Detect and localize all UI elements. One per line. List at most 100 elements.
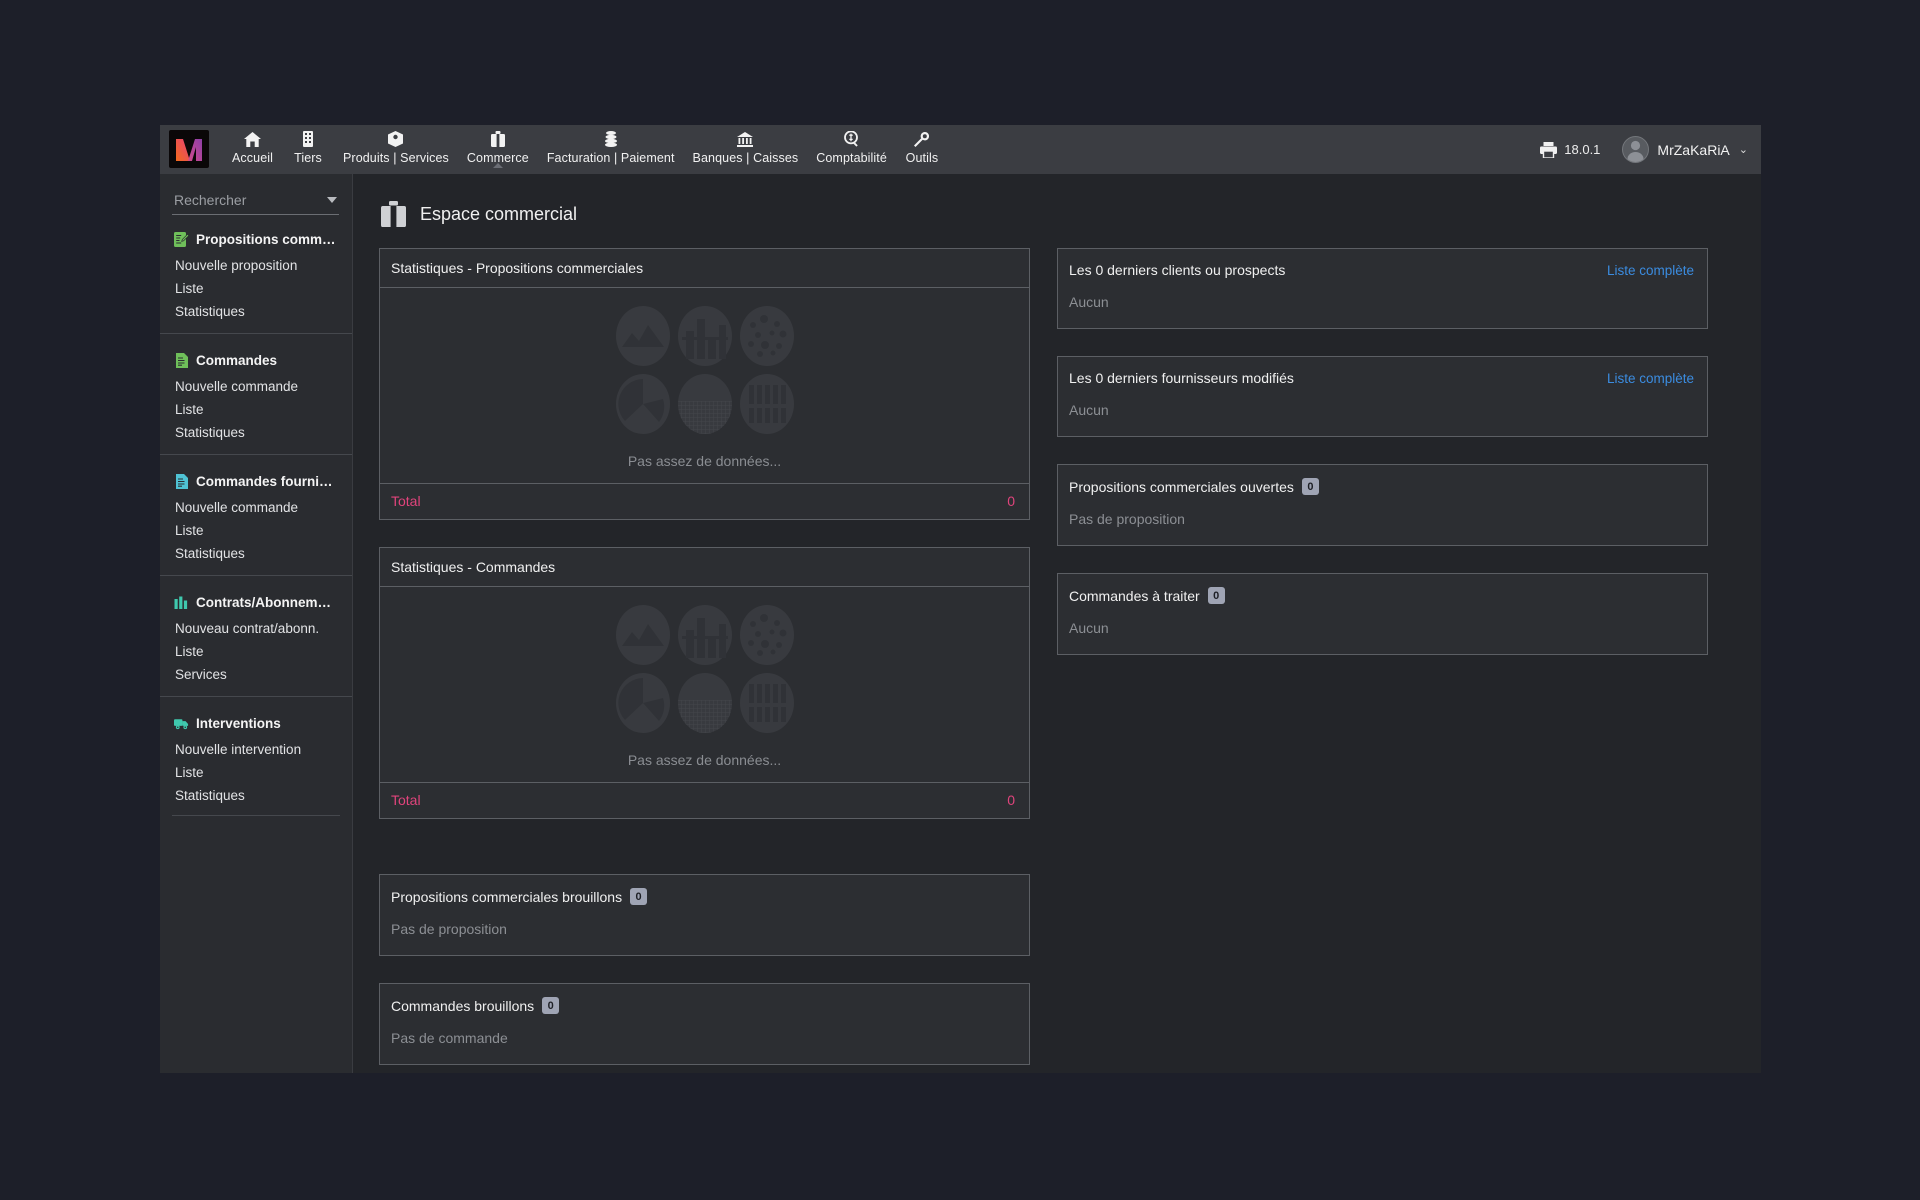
wrench-icon bbox=[911, 129, 933, 149]
chart-no-data-text: Pas assez de données... bbox=[628, 453, 781, 483]
sidebar-link-services[interactable]: Services bbox=[172, 663, 340, 686]
sidebar-group-header[interactable]: Contrats/Abonneme… bbox=[172, 586, 340, 617]
sidebar-group-header[interactable]: Interventions bbox=[172, 707, 340, 738]
menu-label: Tiers bbox=[294, 151, 322, 165]
menu-item-commerce[interactable]: Commerce bbox=[458, 125, 538, 165]
right-column: Les 0 derniers clients ou prospects List… bbox=[1057, 248, 1708, 1065]
grid-chart-ghost-icon bbox=[674, 370, 736, 438]
printer-icon[interactable] bbox=[1540, 142, 1557, 158]
card-draft-propositions: Propositions commerciales brouillons 0 P… bbox=[379, 874, 1030, 956]
menu-item-facturation-paiement[interactable]: Facturation | Paiement bbox=[538, 125, 684, 165]
search-input[interactable] bbox=[172, 190, 327, 210]
sidebar-link-statistiques[interactable]: Statistiques bbox=[172, 542, 340, 565]
card-latest-suppliers: Les 0 derniers fournisseurs modifiés Lis… bbox=[1057, 356, 1708, 437]
user-avatar-icon bbox=[1622, 136, 1649, 163]
proposal-icon bbox=[174, 232, 189, 247]
sidebar-group-header[interactable]: Commandes bbox=[172, 344, 340, 375]
sidebar-link-statistiques[interactable]: Statistiques bbox=[172, 421, 340, 444]
chart-type-ghost-icons bbox=[612, 601, 798, 737]
card-header: Statistiques - Propositions commerciales bbox=[380, 249, 1029, 288]
count-badge: 0 bbox=[542, 997, 559, 1014]
bubble-chart-ghost-icon bbox=[736, 302, 798, 370]
intervention-truck-icon bbox=[174, 716, 189, 731]
menu-item-tiers[interactable]: Tiers bbox=[282, 125, 334, 165]
dashboard-columns: Statistiques - Propositions commerciales bbox=[353, 248, 1761, 1065]
card-total-row: Total 0 bbox=[380, 783, 1029, 818]
total-value: 0 bbox=[1007, 493, 1015, 509]
bar-chart-ghost-icon bbox=[674, 302, 736, 370]
topbar-right-section: 18.0.1 MrZaKaRiA ⌄ bbox=[1540, 125, 1761, 174]
chart-placeholder: Pas assez de données... bbox=[380, 587, 1029, 783]
chart-placeholder: Pas assez de données... bbox=[380, 288, 1029, 484]
user-menu[interactable]: MrZaKaRiA ⌄ bbox=[1622, 136, 1748, 163]
sidebar-group-interventions: Interventions Nouvelle intervention List… bbox=[160, 696, 352, 816]
sidebar-link-liste[interactable]: Liste bbox=[172, 761, 340, 784]
card-title: Les 0 derniers clients ou prospects bbox=[1069, 262, 1285, 278]
building-icon bbox=[297, 129, 319, 149]
pie-chart-ghost-icon bbox=[612, 669, 674, 737]
sidebar-link-statistiques[interactable]: Statistiques bbox=[172, 784, 340, 807]
application-window: Accueil Tiers Produits | Services Commer… bbox=[160, 125, 1761, 1073]
empty-text: Aucun bbox=[1058, 278, 1707, 328]
card-header: Propositions commerciales brouillons 0 bbox=[380, 875, 1029, 905]
sidebar-link-liste[interactable]: Liste bbox=[172, 277, 340, 300]
sidebar-group-header[interactable]: Commandes fournis… bbox=[172, 465, 340, 496]
top-navigation-bar: Accueil Tiers Produits | Services Commer… bbox=[160, 125, 1761, 174]
coins-icon bbox=[600, 129, 622, 149]
card-stats-propositions: Statistiques - Propositions commerciales bbox=[379, 248, 1030, 520]
briefcase-icon bbox=[487, 129, 509, 149]
card-title: Les 0 derniers fournisseurs modifiés bbox=[1069, 370, 1294, 386]
sidebar-link-nouvelle-proposition[interactable]: Nouvelle proposition bbox=[172, 254, 340, 277]
sidebar-group-title: Commandes fournis… bbox=[196, 474, 336, 489]
card-draft-commandes: Commandes brouillons 0 Pas de commande bbox=[379, 983, 1030, 1065]
menu-label: Commerce bbox=[467, 151, 529, 165]
menu-label: Outils bbox=[906, 151, 939, 165]
home-icon bbox=[242, 129, 264, 149]
chevron-down-icon[interactable] bbox=[327, 197, 337, 203]
card-header: Commandes brouillons 0 bbox=[380, 984, 1029, 1014]
column-chart-ghost-icon bbox=[736, 370, 798, 438]
sidebar-link-nouvelle-commande[interactable]: Nouvelle commande bbox=[172, 375, 340, 398]
full-list-link[interactable]: Liste complète bbox=[1607, 263, 1694, 278]
sidebar-group-header[interactable]: Propositions comm… bbox=[172, 223, 340, 254]
menu-item-outils[interactable]: Outils bbox=[896, 125, 948, 165]
dolibarr-m-logo-icon[interactable] bbox=[169, 130, 209, 168]
total-label: Total bbox=[391, 493, 421, 509]
card-header: Commandes à traiter 0 bbox=[1058, 574, 1707, 604]
grid-chart-ghost-icon bbox=[674, 669, 736, 737]
sidebar-link-nouvelle-intervention[interactable]: Nouvelle intervention bbox=[172, 738, 340, 761]
menu-item-produits-services[interactable]: Produits | Services bbox=[334, 125, 458, 165]
supplier-order-icon bbox=[174, 474, 189, 489]
card-title: Commandes à traiter bbox=[1069, 588, 1200, 604]
menu-item-comptabilite[interactable]: Comptabilité bbox=[807, 125, 896, 165]
card-stats-commandes: Statistiques - Commandes bbox=[379, 547, 1030, 819]
menu-item-accueil[interactable]: Accueil bbox=[223, 125, 282, 165]
empty-text: Pas de proposition bbox=[1058, 495, 1707, 545]
sidebar-link-liste[interactable]: Liste bbox=[172, 519, 340, 542]
left-column: Statistiques - Propositions commerciales bbox=[379, 248, 1030, 1065]
full-list-link[interactable]: Liste complète bbox=[1607, 371, 1694, 386]
card-total-row: Total 0 bbox=[380, 484, 1029, 519]
menu-label: Produits | Services bbox=[343, 151, 449, 165]
area-chart-ghost-icon bbox=[612, 601, 674, 669]
sidebar-link-liste[interactable]: Liste bbox=[172, 640, 340, 663]
menu-label: Facturation | Paiement bbox=[547, 151, 675, 165]
bubble-chart-ghost-icon bbox=[736, 601, 798, 669]
sidebar-link-nouvelle-commande[interactable]: Nouvelle commande bbox=[172, 496, 340, 519]
menu-item-banques-caisses[interactable]: Banques | Caisses bbox=[684, 125, 808, 165]
sidebar-divider bbox=[172, 815, 340, 816]
contract-icon bbox=[174, 595, 189, 610]
empty-text: Pas de proposition bbox=[380, 905, 1029, 955]
area-chart-ghost-icon bbox=[612, 302, 674, 370]
sidebar-link-nouveau-contrat[interactable]: Nouveau contrat/abonn. bbox=[172, 617, 340, 640]
sidebar-link-liste[interactable]: Liste bbox=[172, 398, 340, 421]
count-badge: 0 bbox=[1302, 478, 1319, 495]
sidebar-group-title: Contrats/Abonneme… bbox=[196, 595, 336, 610]
sidebar-group-title: Interventions bbox=[196, 716, 281, 731]
page-header: Espace commercial bbox=[353, 192, 1761, 228]
sidebar-group-contrats: Contrats/Abonneme… Nouveau contrat/abonn… bbox=[160, 575, 352, 686]
sidebar-group-title: Propositions comm… bbox=[196, 232, 336, 247]
menu-label: Accueil bbox=[232, 151, 273, 165]
sidebar-link-statistiques[interactable]: Statistiques bbox=[172, 300, 340, 323]
column-chart-ghost-icon bbox=[736, 669, 798, 737]
